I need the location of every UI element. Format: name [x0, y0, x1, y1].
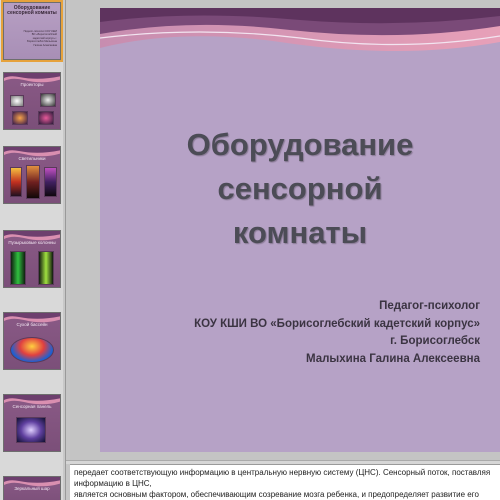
ball-pit-image	[10, 337, 54, 363]
slide-title-line: комнаты	[232, 215, 368, 250]
slide-thumbnail-pane[interactable]: Оборудование сенсорной комнаты Педагог-п…	[0, 0, 66, 500]
thumbnail-title: Сенсорная панель	[12, 404, 52, 409]
slide-thumbnail-2[interactable]: Проекторы	[3, 72, 61, 130]
thumbnail-title: Сухой бассейн	[16, 322, 48, 327]
thumbnail-title: Светильники	[18, 156, 46, 161]
thumbnail-title: Зеркальный шар	[14, 486, 50, 491]
slide-subtitle[interactable]: Педагог-психолог КОУ КШИ ВО «Борисоглебс…	[194, 298, 480, 368]
thumbnail-scrollbar[interactable]	[63, 0, 65, 500]
slide-editing-area[interactable]: Оборудование сенсорной комнаты Педагог-п…	[70, 0, 500, 460]
thumbnail-title: Пузырьковые колонны	[8, 240, 56, 245]
author-city: г. Борисоглебск	[390, 335, 480, 347]
sensory-panel-image	[16, 417, 46, 443]
notes-text-line: является основным фактором, обеспечивающ…	[74, 490, 479, 499]
lamp-image	[26, 165, 40, 199]
presentation-editor: Оборудование сенсорной комнаты Педагог-п…	[0, 0, 500, 500]
slide-thumbnail-3[interactable]: Светильники	[3, 146, 61, 204]
notes-text-line: передает соответствующую информацию в це…	[74, 468, 491, 488]
thumbnail-title: Оборудование сенсорной комнаты	[7, 5, 57, 16]
projector-image	[38, 111, 54, 125]
bubble-column-image	[38, 251, 54, 285]
speaker-notes-pane[interactable]: передает соответствующую информацию в це…	[70, 464, 500, 500]
slide-thumbnail-5[interactable]: Сухой бассейн	[3, 312, 61, 370]
slide-thumbnail-7[interactable]: Зеркальный шар	[3, 476, 61, 500]
slide-thumbnail-4[interactable]: Пузырьковые колонны	[3, 230, 61, 288]
author-organization: КОУ КШИ ВО «Борисоглебский кадетский кор…	[194, 317, 480, 330]
bubble-column-image	[10, 251, 26, 285]
lamp-image	[44, 167, 57, 197]
slide-thumbnail-1[interactable]: Оборудование сенсорной комнаты Педагог-п…	[1, 0, 63, 62]
current-slide[interactable]: Оборудование сенсорной комнаты Педагог-п…	[100, 8, 500, 452]
author-name: Малыхина Галина Алексеевна	[306, 352, 480, 365]
lamp-image	[10, 167, 22, 197]
slide-title[interactable]: Оборудование сенсорной комнаты	[120, 123, 480, 255]
slide-title-line: Оборудование сенсорной	[186, 127, 414, 206]
author-role: Педагог-психолог	[379, 300, 480, 312]
slide-thumbnail-6[interactable]: Сенсорная панель	[3, 394, 61, 452]
thumbnail-title: Проекторы	[20, 82, 44, 87]
projector-image	[12, 111, 28, 125]
header-wave-decoration	[100, 8, 500, 51]
projector-image	[40, 93, 56, 107]
projector-image	[10, 95, 24, 107]
thumbnail-subtitle: Педагог-психолог КОУ КШИ ВО «Борисоглебс…	[23, 30, 57, 47]
